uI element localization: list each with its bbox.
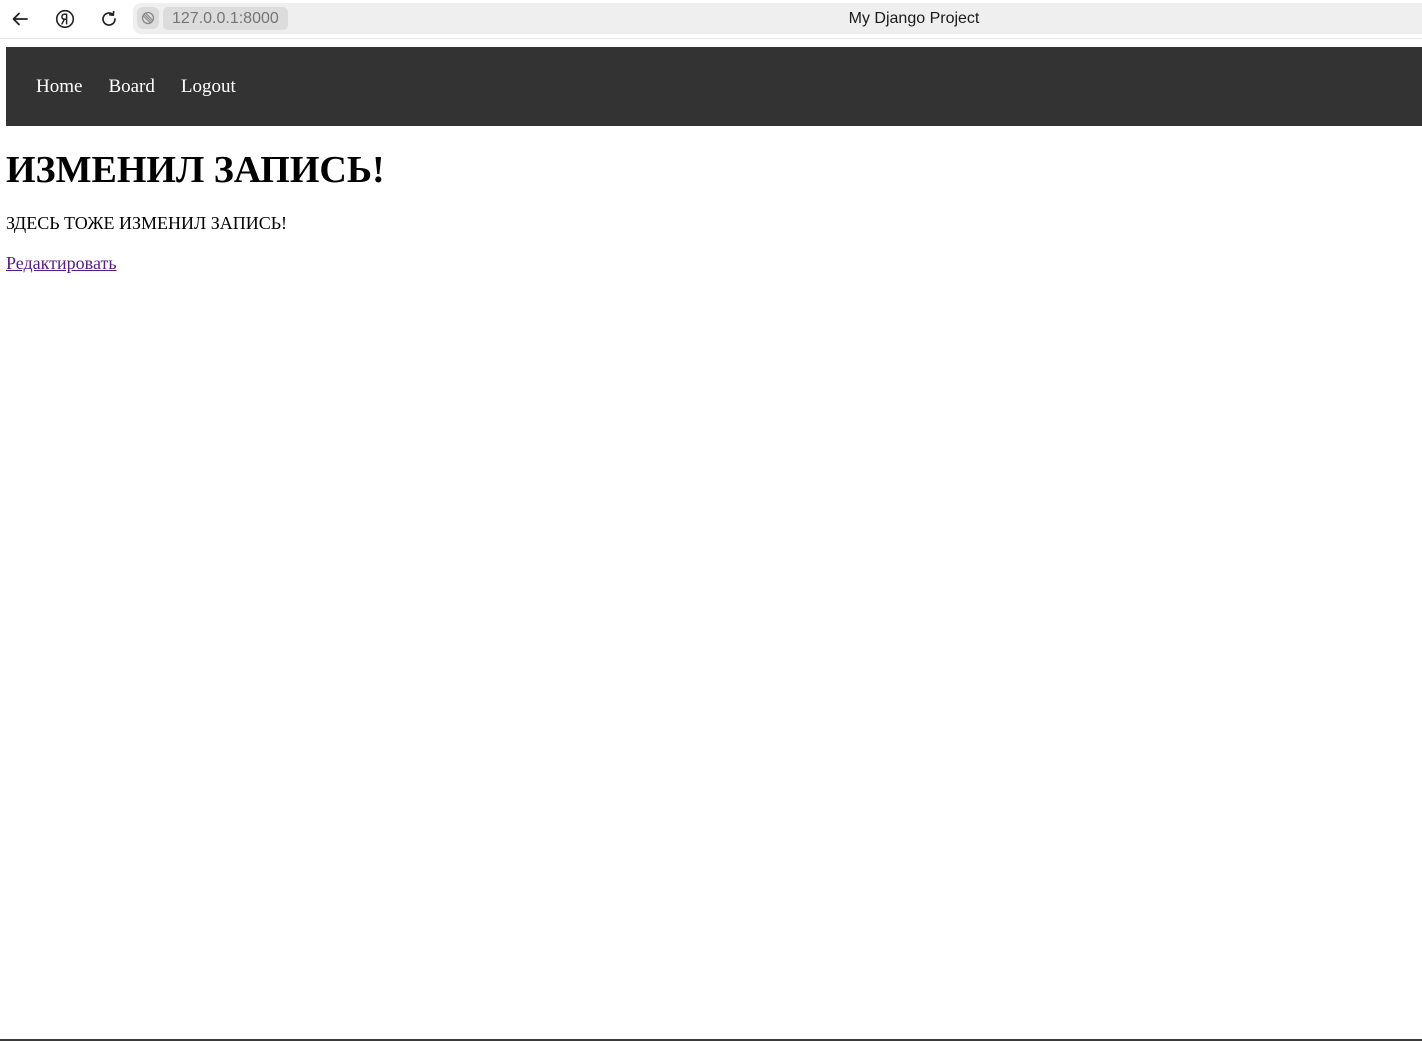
browser-toolbar: 127.0.0.1:8000 My Django Project (0, 0, 1422, 39)
page-tab-title: My Django Project (848, 10, 980, 27)
post-title: ИЗМЕНИЛ ЗАПИСЬ! (6, 149, 385, 191)
nav-link-board[interactable]: Board (108, 47, 154, 126)
nav-link-home[interactable]: Home (36, 47, 82, 126)
post-text: ЗДЕСЬ ТОЖЕ ИЗМЕНИЛ ЗАПИСЬ! (6, 213, 288, 233)
edit-link[interactable]: Редактировать (6, 252, 117, 274)
nav-link-logout[interactable]: Logout (181, 47, 236, 126)
yandex-button[interactable] (51, 5, 79, 33)
reload-icon (102, 10, 116, 26)
yandex-logo-icon (55, 9, 75, 29)
back-button[interactable] (6, 5, 34, 33)
arrow-left-icon (12, 12, 28, 26)
reload-button[interactable] (95, 5, 123, 33)
site-navbar: Home Board Logout (6, 47, 1422, 126)
address-bar[interactable]: 127.0.0.1:8000 My Django Project (133, 3, 1422, 34)
page-content: Home Board Logout ИЗМЕНИЛ ЗАПИСЬ! ЗДЕСЬ … (6, 47, 1422, 274)
